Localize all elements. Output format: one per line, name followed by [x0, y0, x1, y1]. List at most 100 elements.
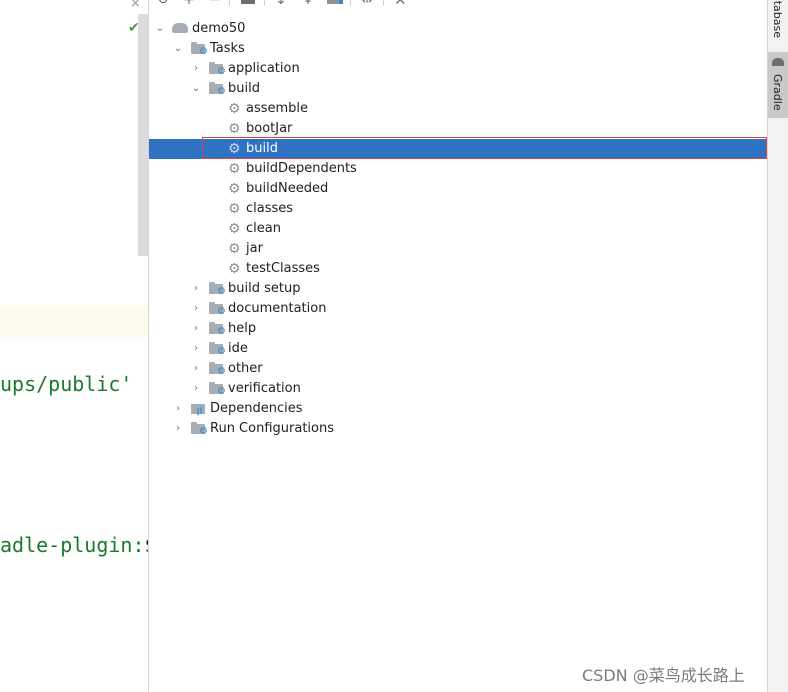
task-folder-icon: ⚙ [209, 62, 226, 77]
tree-node-documentation[interactable]: › ⚙ documentation [149, 299, 767, 319]
code-line: ups/public' [0, 372, 133, 396]
gear-icon: ⚙ [228, 181, 241, 197]
toolbar-separator [350, 0, 351, 6]
tree-node-tasks[interactable]: ⌄ ⚙ Tasks [149, 39, 767, 59]
code-text: adle-plugin: [0, 533, 145, 557]
tree-node-verification[interactable]: › ⚙ verification [149, 379, 767, 399]
toolbar-separator [383, 0, 384, 6]
tree-node-label: verification [228, 381, 301, 396]
chevron-right-icon[interactable]: › [190, 322, 202, 336]
chevron-down-icon[interactable]: ⌄ [190, 82, 202, 96]
gradle-elephant-icon[interactable] [240, 0, 256, 8]
tree-node-task[interactable]: ⚙ clean [149, 219, 767, 239]
editor-scrollbar[interactable] [138, 14, 148, 256]
tree-node-build-setup[interactable]: › ⚙ build setup [149, 279, 767, 299]
gradle-tool-window: ↻ + − ⇟ ⇞ ⇹ ⚒ ⌄ demo50 ⌄ ⚙ Tasks › ⚙ app… [149, 0, 767, 692]
tree-node-root[interactable]: ⌄ demo50 [149, 19, 767, 39]
tree-node-label: Run Configurations [210, 421, 334, 436]
tree-node-label: bootJar [246, 121, 293, 136]
chevron-right-icon[interactable]: › [190, 302, 202, 316]
tree-node-run-configurations[interactable]: › ⚙ Run Configurations [149, 419, 767, 439]
tree-node-label: clean [246, 221, 281, 236]
chevron-down-icon[interactable]: ⌄ [154, 22, 166, 36]
tree-node-application[interactable]: › ⚙ application [149, 59, 767, 79]
tree-node-label: jar [246, 241, 263, 256]
tree-node-dependencies[interactable]: › Dependencies [149, 399, 767, 419]
tree-node-label: classes [246, 201, 294, 216]
chevron-right-icon[interactable]: › [190, 362, 202, 376]
tree-node-task[interactable]: ⚙ buildDependents [149, 159, 767, 179]
tree-node-label: buildNeeded [246, 181, 329, 196]
tree-node-label: buildDependents [246, 161, 357, 176]
tree-node-label: build [228, 81, 260, 96]
tree-node-label: Tasks [210, 41, 245, 56]
tree-node-label: documentation [228, 301, 327, 316]
wrench-icon[interactable]: ⚒ [392, 0, 408, 8]
tree-node-label: other [228, 361, 263, 376]
task-folder-icon: ⚙ [209, 382, 226, 397]
tree-node-label: testClasses [246, 261, 320, 276]
selection-highlight-box [202, 137, 767, 159]
gear-icon: ⚙ [228, 261, 241, 277]
code-line: adle-plugin:$ [0, 533, 148, 557]
expand-all-icon[interactable]: ⇟ [273, 0, 289, 8]
current-line-highlight [0, 305, 148, 337]
tree-node-other[interactable]: › ⚙ other [149, 359, 767, 379]
toolbar-separator [229, 0, 230, 6]
chevron-down-icon[interactable]: ⌄ [172, 42, 184, 56]
gear-icon: ⚙ [228, 161, 241, 177]
gradle-project-icon [172, 22, 188, 36]
gradle-toolbar: ↻ + − ⇟ ⇞ ⇹ ⚒ [149, 0, 767, 14]
chevron-right-icon[interactable]: › [172, 422, 184, 436]
task-folder-icon: ⚙ [209, 82, 226, 97]
tree-node-label: ide [228, 341, 248, 356]
editor-pane[interactable]: × ✔ ups/public' adle-plugin:$ [0, 0, 148, 692]
database-tool-tab[interactable]: atabase [768, 0, 788, 46]
tree-node-task[interactable]: ⚙ buildNeeded [149, 179, 767, 199]
tree-node-task[interactable]: ⚙ bootJar [149, 119, 767, 139]
gradle-tab-label: Gradle [771, 74, 784, 111]
tree-node-task[interactable]: ⚙ testClasses [149, 259, 767, 279]
tree-node-label: assemble [246, 101, 309, 116]
toolbar-separator [264, 0, 265, 6]
tree-node-task[interactable]: ⚙ jar [149, 239, 767, 259]
task-folder-icon: ⚙ [209, 322, 226, 337]
chevron-right-icon[interactable]: › [190, 342, 202, 356]
chevron-right-icon[interactable]: › [190, 382, 202, 396]
chevron-right-icon[interactable]: › [172, 402, 184, 416]
task-folder-icon: ⚙ [209, 282, 226, 297]
tree-node-ide[interactable]: › ⚙ ide [149, 339, 767, 359]
gradle-tool-tab[interactable]: Gradle [768, 52, 788, 118]
gear-icon: ⚙ [228, 241, 241, 257]
tree-node-help[interactable]: › ⚙ help [149, 319, 767, 339]
tree-node-task[interactable]: ⚙ classes [149, 199, 767, 219]
tree-node-label: Dependencies [210, 401, 303, 416]
task-folder-icon: ⚙ [209, 302, 226, 317]
refresh-icon[interactable]: ↻ [155, 0, 171, 8]
tree-node-label: help [228, 321, 257, 336]
task-folder-icon: ⚙ [209, 362, 226, 377]
task-folder-icon: ⚙ [191, 422, 208, 437]
right-tool-strip: atabase Gradle [767, 0, 788, 692]
watermark: CSDN @菜鸟成长路上 [582, 666, 745, 685]
toggle-offline-icon[interactable]: ⇹ [359, 0, 375, 8]
add-icon[interactable]: + [181, 0, 197, 8]
collapse-all-icon[interactable]: ⇞ [300, 0, 316, 8]
gradle-icon [772, 58, 784, 66]
task-folder-icon: ⚙ [209, 342, 226, 357]
database-tab-label: atabase [771, 0, 784, 39]
chevron-right-icon[interactable]: › [190, 282, 202, 296]
dependencies-icon [191, 402, 207, 416]
close-icon[interactable]: × [130, 0, 141, 11]
gear-icon: ⚙ [228, 101, 241, 117]
chevron-right-icon[interactable]: › [190, 62, 202, 76]
dependency-diagram-icon[interactable] [327, 0, 343, 8]
tree-node-label: build setup [228, 281, 301, 296]
tree-node-build-group[interactable]: ⌄ ⚙ build [149, 79, 767, 99]
gear-icon: ⚙ [228, 121, 241, 137]
remove-icon[interactable]: − [207, 0, 223, 8]
gear-icon: ⚙ [228, 221, 241, 237]
gear-icon: ⚙ [228, 201, 241, 217]
tree-node-task[interactable]: ⚙ assemble [149, 99, 767, 119]
tree-node-label: application [228, 61, 300, 76]
